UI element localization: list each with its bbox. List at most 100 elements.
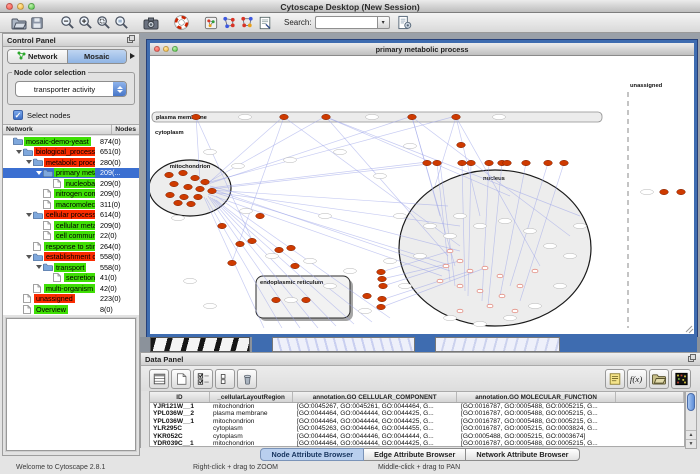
delete-attribute-button[interactable]: [237, 369, 257, 389]
network-node[interactable]: [458, 160, 467, 165]
node-label-bubble[interactable]: [454, 213, 467, 218]
network-canvas[interactable]: plasma membranecytoplasmmitochondrionnuc…: [150, 56, 694, 334]
network-node[interactable]: [248, 238, 257, 243]
network-node[interactable]: [191, 175, 200, 180]
network-node[interactable]: [291, 263, 300, 268]
network-node[interactable]: [180, 194, 189, 199]
open-file-icon[interactable]: [10, 14, 28, 32]
table-scrollbar[interactable]: ▲ ▼: [685, 391, 697, 449]
network-node[interactable]: [179, 170, 188, 175]
background-window-thumbnail[interactable]: [272, 337, 415, 352]
network-edge[interactable]: [210, 190, 448, 206]
background-window-thumbnail[interactable]: [435, 337, 560, 352]
node-label-bubble[interactable]: [424, 223, 437, 228]
network-node[interactable]: [379, 283, 388, 288]
table-row[interactable]: YKR052Ccytoplasm[GO:0044464, GO:0044446,…: [150, 433, 684, 440]
tree-column-network[interactable]: Network: [3, 125, 112, 134]
attribute-table-button[interactable]: [149, 369, 169, 389]
network-tree-row[interactable]: Overview8(0): [3, 304, 139, 315]
network-edge[interactable]: [326, 117, 510, 196]
table-row[interactable]: YPL036W__1mitochondrion[GO:0044464, GO:0…: [150, 418, 684, 425]
scrollbar-thumb[interactable]: [687, 393, 695, 411]
new-attribute-button[interactable]: [171, 369, 191, 389]
table-row[interactable]: YDR039C__1mitochondrion[GO:0044464, GO:0…: [150, 440, 684, 447]
scroll-up-arrow[interactable]: ▲: [686, 430, 696, 439]
network-node[interactable]: [378, 296, 387, 301]
node-label-bubble[interactable]: [266, 253, 279, 258]
node-label-bubble[interactable]: [374, 173, 387, 178]
node-label-bubble[interactable]: [319, 213, 332, 218]
node-label-bubble[interactable]: [399, 283, 412, 288]
search-input[interactable]: [315, 16, 377, 29]
network-node[interactable]: [236, 241, 245, 246]
node-label-bubble[interactable]: [239, 114, 252, 119]
network-node[interactable]: [208, 188, 217, 193]
network-tree-row[interactable]: cell communicat22(0): [3, 231, 139, 242]
tree-expand-arrow-icon[interactable]: [25, 213, 33, 217]
network-node-unselected[interactable]: [477, 289, 483, 293]
tree-expand-arrow-icon[interactable]: [25, 160, 33, 164]
zoom-selected-region-icon[interactable]: [94, 14, 112, 32]
network-node[interactable]: [377, 304, 386, 309]
network-node[interactable]: [467, 160, 476, 165]
column-header[interactable]: annotation.GO MOLECULAR_FUNCTION: [457, 392, 616, 402]
network-node-unselected[interactable]: [482, 266, 488, 270]
search-dropdown-arrow[interactable]: ▾: [377, 16, 390, 29]
network-node[interactable]: [184, 184, 193, 189]
table-row[interactable]: YLR295Ccytoplasm[GO:0045263, GO:0044464,…: [150, 425, 684, 432]
network-node-unselected[interactable]: [457, 284, 463, 288]
column-header[interactable]: ID: [150, 392, 210, 402]
scroll-down-arrow[interactable]: ▼: [686, 439, 696, 448]
node-label-bubble[interactable]: [414, 253, 427, 258]
node-label-bubble[interactable]: [384, 258, 397, 263]
node-label-bubble[interactable]: [204, 149, 217, 154]
node-label-bubble[interactable]: [240, 208, 253, 213]
network-node[interactable]: [560, 160, 569, 165]
network-node[interactable]: [201, 179, 210, 184]
node-label-bubble[interactable]: [554, 283, 567, 288]
network-window-titlebar[interactable]: primary metabolic process: [150, 43, 694, 56]
network-node[interactable]: [302, 297, 311, 302]
network-edge[interactable]: [205, 116, 326, 184]
network-node[interactable]: [174, 200, 183, 205]
network-node[interactable]: [544, 160, 553, 165]
node-label-bubble[interactable]: [574, 223, 587, 228]
node-label-bubble[interactable]: [184, 278, 197, 283]
node-label-bubble[interactable]: [204, 303, 217, 308]
network-node-unselected[interactable]: [512, 309, 518, 313]
node-label-bubble[interactable]: [284, 157, 297, 162]
save-session-icon[interactable]: [28, 14, 46, 32]
network-node[interactable]: [433, 160, 442, 165]
attribute-matrix-button[interactable]: [671, 369, 691, 389]
node-label-bubble[interactable]: [366, 114, 379, 119]
network-tree-row[interactable]: primary metabol209(...: [3, 168, 139, 179]
network-node-unselected[interactable]: [447, 249, 453, 253]
network-node[interactable]: [165, 172, 174, 177]
snapshot-camera-icon[interactable]: [142, 14, 160, 32]
node-label-bubble[interactable]: [394, 213, 407, 218]
tree-expand-arrow-icon[interactable]: [35, 265, 43, 269]
network-node-unselected[interactable]: [437, 279, 443, 283]
network-node[interactable]: [378, 276, 387, 281]
network-node[interactable]: [287, 245, 296, 250]
network-node-unselected[interactable]: [467, 269, 473, 273]
network-tree-row[interactable]: macromolecule311(0): [3, 199, 139, 210]
node-label-bubble[interactable]: [334, 149, 347, 154]
node-label-bubble[interactable]: [529, 303, 542, 308]
node-label-bubble[interactable]: [444, 315, 457, 320]
network-node[interactable]: [170, 181, 179, 186]
network-node[interactable]: [408, 114, 417, 119]
network-tree-row[interactable]: unassigned223(0): [3, 294, 139, 305]
network-node[interactable]: [660, 189, 669, 194]
node-label-bubble[interactable]: [444, 233, 457, 238]
network-node[interactable]: [196, 186, 205, 191]
tree-expand-arrow-icon[interactable]: [15, 150, 23, 154]
report-icon[interactable]: [256, 14, 274, 32]
network-node[interactable]: [228, 260, 237, 265]
column-header[interactable]: _cellularLayoutRegion: [210, 392, 294, 402]
zoom-out-icon[interactable]: [58, 14, 76, 32]
node-label-bubble[interactable]: [504, 315, 517, 320]
node-label-bubble[interactable]: [359, 308, 372, 313]
network-node-unselected[interactable]: [487, 304, 493, 308]
network-node[interactable]: [522, 160, 531, 165]
